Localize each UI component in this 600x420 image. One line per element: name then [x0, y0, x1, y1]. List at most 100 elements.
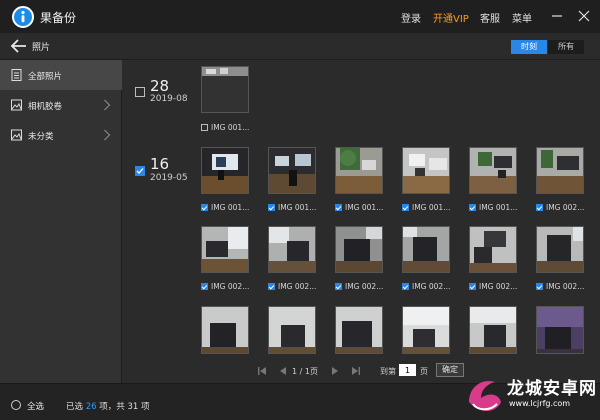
photo-caption: IMG 002...	[402, 282, 450, 292]
photo-thumbnail[interactable]	[536, 147, 584, 194]
photo-label: IMG 001...	[412, 203, 451, 212]
photo-thumbnail[interactable]	[402, 147, 450, 194]
photo-caption: IMG 001...	[469, 203, 517, 213]
photo-checkbox[interactable]	[335, 204, 342, 211]
photo-thumbnail[interactable]	[268, 147, 316, 194]
image-icon	[11, 129, 22, 141]
photo-thumbnail[interactable]	[469, 147, 517, 194]
sidebar: 全部照片 相机胶卷 未分类	[0, 60, 122, 383]
photo-caption: IMG 002...	[469, 282, 517, 292]
first-page-icon[interactable]	[256, 365, 268, 377]
sidebar-item-label: 未分类	[28, 132, 54, 142]
selected-prefix: 已选	[66, 402, 84, 412]
sidebar-item-label: 全部照片	[28, 72, 63, 82]
photo-label: IMG 001...	[479, 203, 518, 212]
photo-thumbnail[interactable]	[335, 226, 383, 273]
sidebar-item-label: 相机胶卷	[28, 102, 63, 112]
photo-label: IMG 001...	[345, 203, 384, 212]
photo-caption: IMG 002...	[201, 282, 249, 292]
photo-checkbox[interactable]	[335, 283, 342, 290]
app-logo-icon	[12, 6, 34, 28]
photo-label: IMG 002...	[546, 203, 585, 212]
chevron-right-icon	[103, 129, 111, 141]
photo-checkbox[interactable]	[268, 204, 275, 211]
app-name: 果备份	[40, 11, 77, 25]
login-link[interactable]: 登录	[401, 10, 421, 25]
vip-link[interactable]: 开通VIP	[433, 10, 469, 25]
photo-thumbnail[interactable]	[469, 306, 517, 354]
photo-thumbnail[interactable]	[201, 66, 249, 113]
watermark-logo-icon	[469, 380, 501, 412]
photo-label: IMG 002...	[546, 282, 585, 291]
photo-checkbox[interactable]	[536, 204, 543, 211]
toggle-time[interactable]: 时刻	[511, 40, 547, 54]
photo-label: IMG 002...	[345, 282, 384, 291]
photo-thumbnail[interactable]	[536, 226, 584, 273]
photo-checkbox[interactable]	[268, 283, 275, 290]
goto-suffix: 页	[420, 367, 428, 376]
close-icon[interactable]	[574, 6, 594, 26]
photo-caption: IMG 001...	[268, 203, 316, 213]
sidebar-item-all-photos[interactable]: 全部照片	[0, 60, 122, 90]
photo-thumbnail[interactable]	[335, 147, 383, 194]
document-icon	[11, 69, 22, 81]
last-page-icon[interactable]	[350, 365, 362, 377]
photo-thumbnail[interactable]	[469, 226, 517, 273]
photo-label: IMG 002...	[412, 282, 451, 291]
photo-label: IMG 001...	[278, 203, 317, 212]
photo-checkbox[interactable]	[201, 204, 208, 211]
photo-thumbnail[interactable]	[268, 226, 316, 273]
photo-label: IMG 001...	[211, 123, 250, 132]
confirm-button[interactable]: 确定	[436, 363, 464, 377]
prev-page-icon[interactable]	[277, 365, 289, 377]
photo-checkbox[interactable]	[201, 283, 208, 290]
photo-label: IMG 001...	[211, 203, 250, 212]
photo-caption: IMG 002...	[335, 282, 383, 292]
photo-caption: IMG 002...	[268, 282, 316, 292]
photo-caption: IMG 001...	[201, 123, 249, 133]
photo-caption: IMG 002...	[536, 203, 584, 213]
back-arrow-icon[interactable]	[10, 38, 28, 54]
page-info: 1 / 1页	[292, 367, 318, 376]
toolbar: 照片 时刻 所有	[0, 33, 600, 60]
photo-thumbnail[interactable]	[201, 306, 249, 354]
photo-checkbox[interactable]	[536, 283, 543, 290]
photo-caption: IMG 001...	[201, 203, 249, 213]
photo-checkbox[interactable]	[469, 204, 476, 211]
photo-caption: IMG 001...	[335, 203, 383, 213]
selected-mid: 项，共	[99, 402, 125, 412]
menu-link[interactable]: 菜单	[512, 10, 532, 25]
photo-thumbnail[interactable]	[201, 226, 249, 273]
watermark: 龙城安卓网 www.lcjrfg.com	[463, 372, 600, 420]
photo-label: IMG 002...	[211, 282, 250, 291]
minimize-icon[interactable]	[547, 6, 567, 26]
total-count: 31	[127, 402, 139, 412]
photo-thumbnail[interactable]	[201, 147, 249, 194]
page-number-input[interactable]	[399, 364, 416, 376]
watermark-url: www.lcjrfg.com	[509, 399, 571, 408]
group-checkbox[interactable]	[135, 87, 145, 97]
sidebar-item-uncategorized[interactable]: 未分类	[0, 120, 122, 150]
selected-count: 26	[85, 402, 97, 412]
photo-thumbnail[interactable]	[536, 306, 584, 354]
image-icon	[11, 99, 22, 111]
select-all-label: 全选	[27, 402, 45, 412]
photo-checkbox[interactable]	[402, 283, 409, 290]
page-title: 照片	[32, 43, 51, 53]
photo-thumbnail[interactable]	[402, 306, 450, 354]
photo-checkbox[interactable]	[469, 283, 476, 290]
group-checkbox[interactable]	[135, 166, 145, 176]
photo-grid: 28 2019-08 IMG 001... 16 2019-05 IMG 001…	[122, 60, 600, 383]
toggle-all[interactable]: 所有	[548, 40, 584, 54]
chevron-right-icon	[103, 99, 111, 111]
select-all-radio[interactable]	[11, 400, 21, 410]
photo-thumbnail[interactable]	[335, 306, 383, 354]
photo-checkbox[interactable]	[402, 204, 409, 211]
photo-thumbnail[interactable]	[402, 226, 450, 273]
photo-checkbox[interactable]	[201, 124, 208, 131]
group-month: 2019-08	[150, 94, 188, 104]
photo-thumbnail[interactable]	[268, 306, 316, 354]
service-link[interactable]: 客服	[480, 10, 500, 25]
sidebar-item-camera-roll[interactable]: 相机胶卷	[0, 90, 122, 120]
next-page-icon[interactable]	[329, 365, 341, 377]
